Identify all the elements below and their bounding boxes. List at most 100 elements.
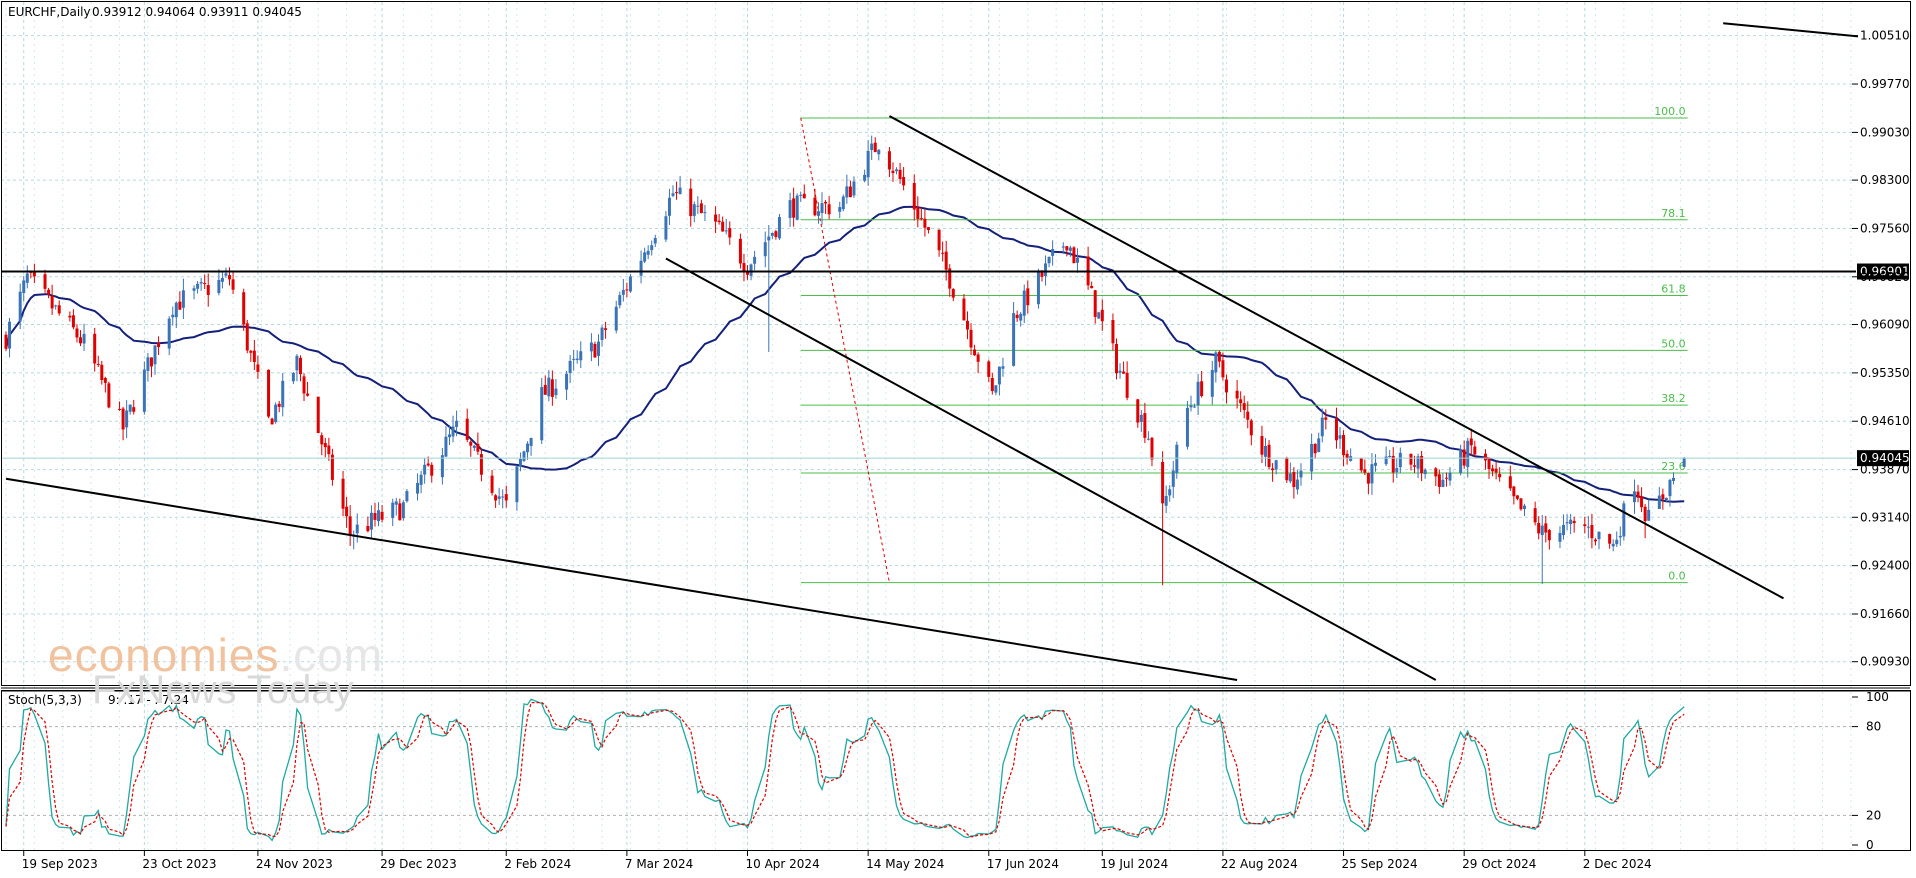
candle-body (596, 341, 600, 356)
candle-body (355, 524, 359, 534)
candle-body (1242, 403, 1246, 411)
candle-body (348, 516, 352, 535)
candle-body (838, 207, 842, 212)
fib-level-label: 0.0 (1668, 570, 1686, 583)
candle-body (316, 396, 320, 434)
candle-body (320, 435, 324, 445)
candle-body (1366, 473, 1370, 484)
candle-body (1200, 381, 1204, 397)
candle-body (540, 387, 544, 441)
candle-body (1558, 532, 1562, 542)
candle-body (675, 192, 679, 194)
candle-body (650, 245, 654, 251)
candle-body (1260, 436, 1264, 455)
fib-level-label: 50.0 (1661, 337, 1686, 350)
candle-body (1100, 309, 1104, 322)
candle-body (1437, 474, 1441, 487)
candle-body (128, 404, 132, 412)
candle-body (848, 186, 852, 198)
candle-body (799, 194, 803, 196)
candle-body (377, 510, 381, 522)
candle-body (628, 276, 632, 292)
candle-body (1320, 417, 1324, 437)
candle-body (1061, 246, 1065, 248)
candle-body (1299, 470, 1303, 478)
candle-body (746, 272, 750, 275)
candle-body (455, 420, 459, 427)
candle-body (522, 451, 526, 461)
candle-body (1090, 286, 1094, 289)
candle-body (618, 295, 622, 306)
candle-body (1015, 314, 1019, 319)
candle-body (1473, 446, 1477, 455)
candle-body (1444, 477, 1448, 479)
candle-body (1491, 468, 1495, 472)
candle-body (1075, 257, 1079, 263)
candle-body (1494, 468, 1498, 473)
candle-body (643, 252, 647, 262)
candle-body (1217, 351, 1221, 362)
candle-body (1519, 498, 1523, 510)
candle-body (426, 463, 430, 466)
candle-body (192, 288, 196, 291)
x-tick-label: 2 Feb 2024 (504, 857, 571, 871)
candle-body (728, 228, 732, 238)
candle-body (1373, 462, 1377, 466)
candle-body (870, 143, 874, 150)
candle-body (912, 182, 916, 210)
candle-body (1487, 457, 1491, 470)
candle-body (774, 231, 778, 237)
candle-body (1508, 476, 1512, 489)
y-tick-label: 0.93140 (1860, 510, 1910, 524)
candle-body (1462, 449, 1466, 466)
candle-body (153, 345, 157, 365)
candle-body (1168, 489, 1172, 496)
stoch-y-tick-label: 20 (1866, 808, 1881, 822)
candle-body (1150, 437, 1154, 460)
candle-body (380, 511, 384, 520)
candle-body (777, 217, 781, 239)
candle-body (125, 410, 129, 428)
candle-body (327, 445, 331, 455)
candle-body (465, 418, 469, 440)
candle-body (419, 474, 423, 485)
candle-body (54, 305, 58, 307)
stoch-y-tick-label: 80 (1866, 720, 1881, 734)
candle-body (703, 212, 707, 214)
y-tick-label: 0.99770 (1860, 77, 1910, 91)
candle-body (990, 377, 994, 392)
candle-body (1608, 534, 1612, 544)
candle-body (1441, 479, 1445, 488)
candle-body (1434, 468, 1438, 477)
candle-body (639, 260, 643, 276)
stoch-y-tick-label: 0 (1866, 838, 1874, 852)
candle-body (50, 295, 54, 309)
candle-body (763, 242, 767, 257)
candle-body (589, 342, 593, 352)
candle-body (1618, 535, 1622, 538)
candle-body (621, 289, 625, 295)
candle-body (923, 218, 927, 228)
candle-body (1111, 319, 1115, 344)
candle-body (206, 285, 210, 296)
candle-body (1118, 370, 1122, 373)
candle-body (820, 203, 824, 214)
candle-body (898, 169, 902, 179)
candle-body (366, 525, 370, 532)
fib-level-label: 38.2 (1661, 392, 1686, 405)
y-tick-label: 0.93870 (1860, 463, 1910, 477)
ohlc-values: 0.93912 0.94064 0.93911 0.94045 (92, 5, 302, 19)
chart-window[interactable]: 100.0 78.1 61.8 50.0 38.2 23.6 0.0 0.96901 0.94… (0, 0, 1916, 874)
candle-body (895, 169, 899, 172)
fib-level-label: 100.0 (1654, 105, 1686, 118)
x-tick-label: 19 Sep 2023 (22, 857, 98, 871)
candle-body (866, 150, 870, 178)
candle-body (1271, 468, 1275, 471)
candle-body (994, 385, 998, 393)
candle-body (724, 230, 728, 232)
price-chart-svg[interactable]: 100.078.161.850.038.223.60.0 0.969010.94… (0, 0, 1916, 874)
candle-body (203, 282, 207, 285)
candle-body (1317, 438, 1321, 453)
candle-body (572, 358, 576, 360)
candle-body (295, 355, 299, 371)
